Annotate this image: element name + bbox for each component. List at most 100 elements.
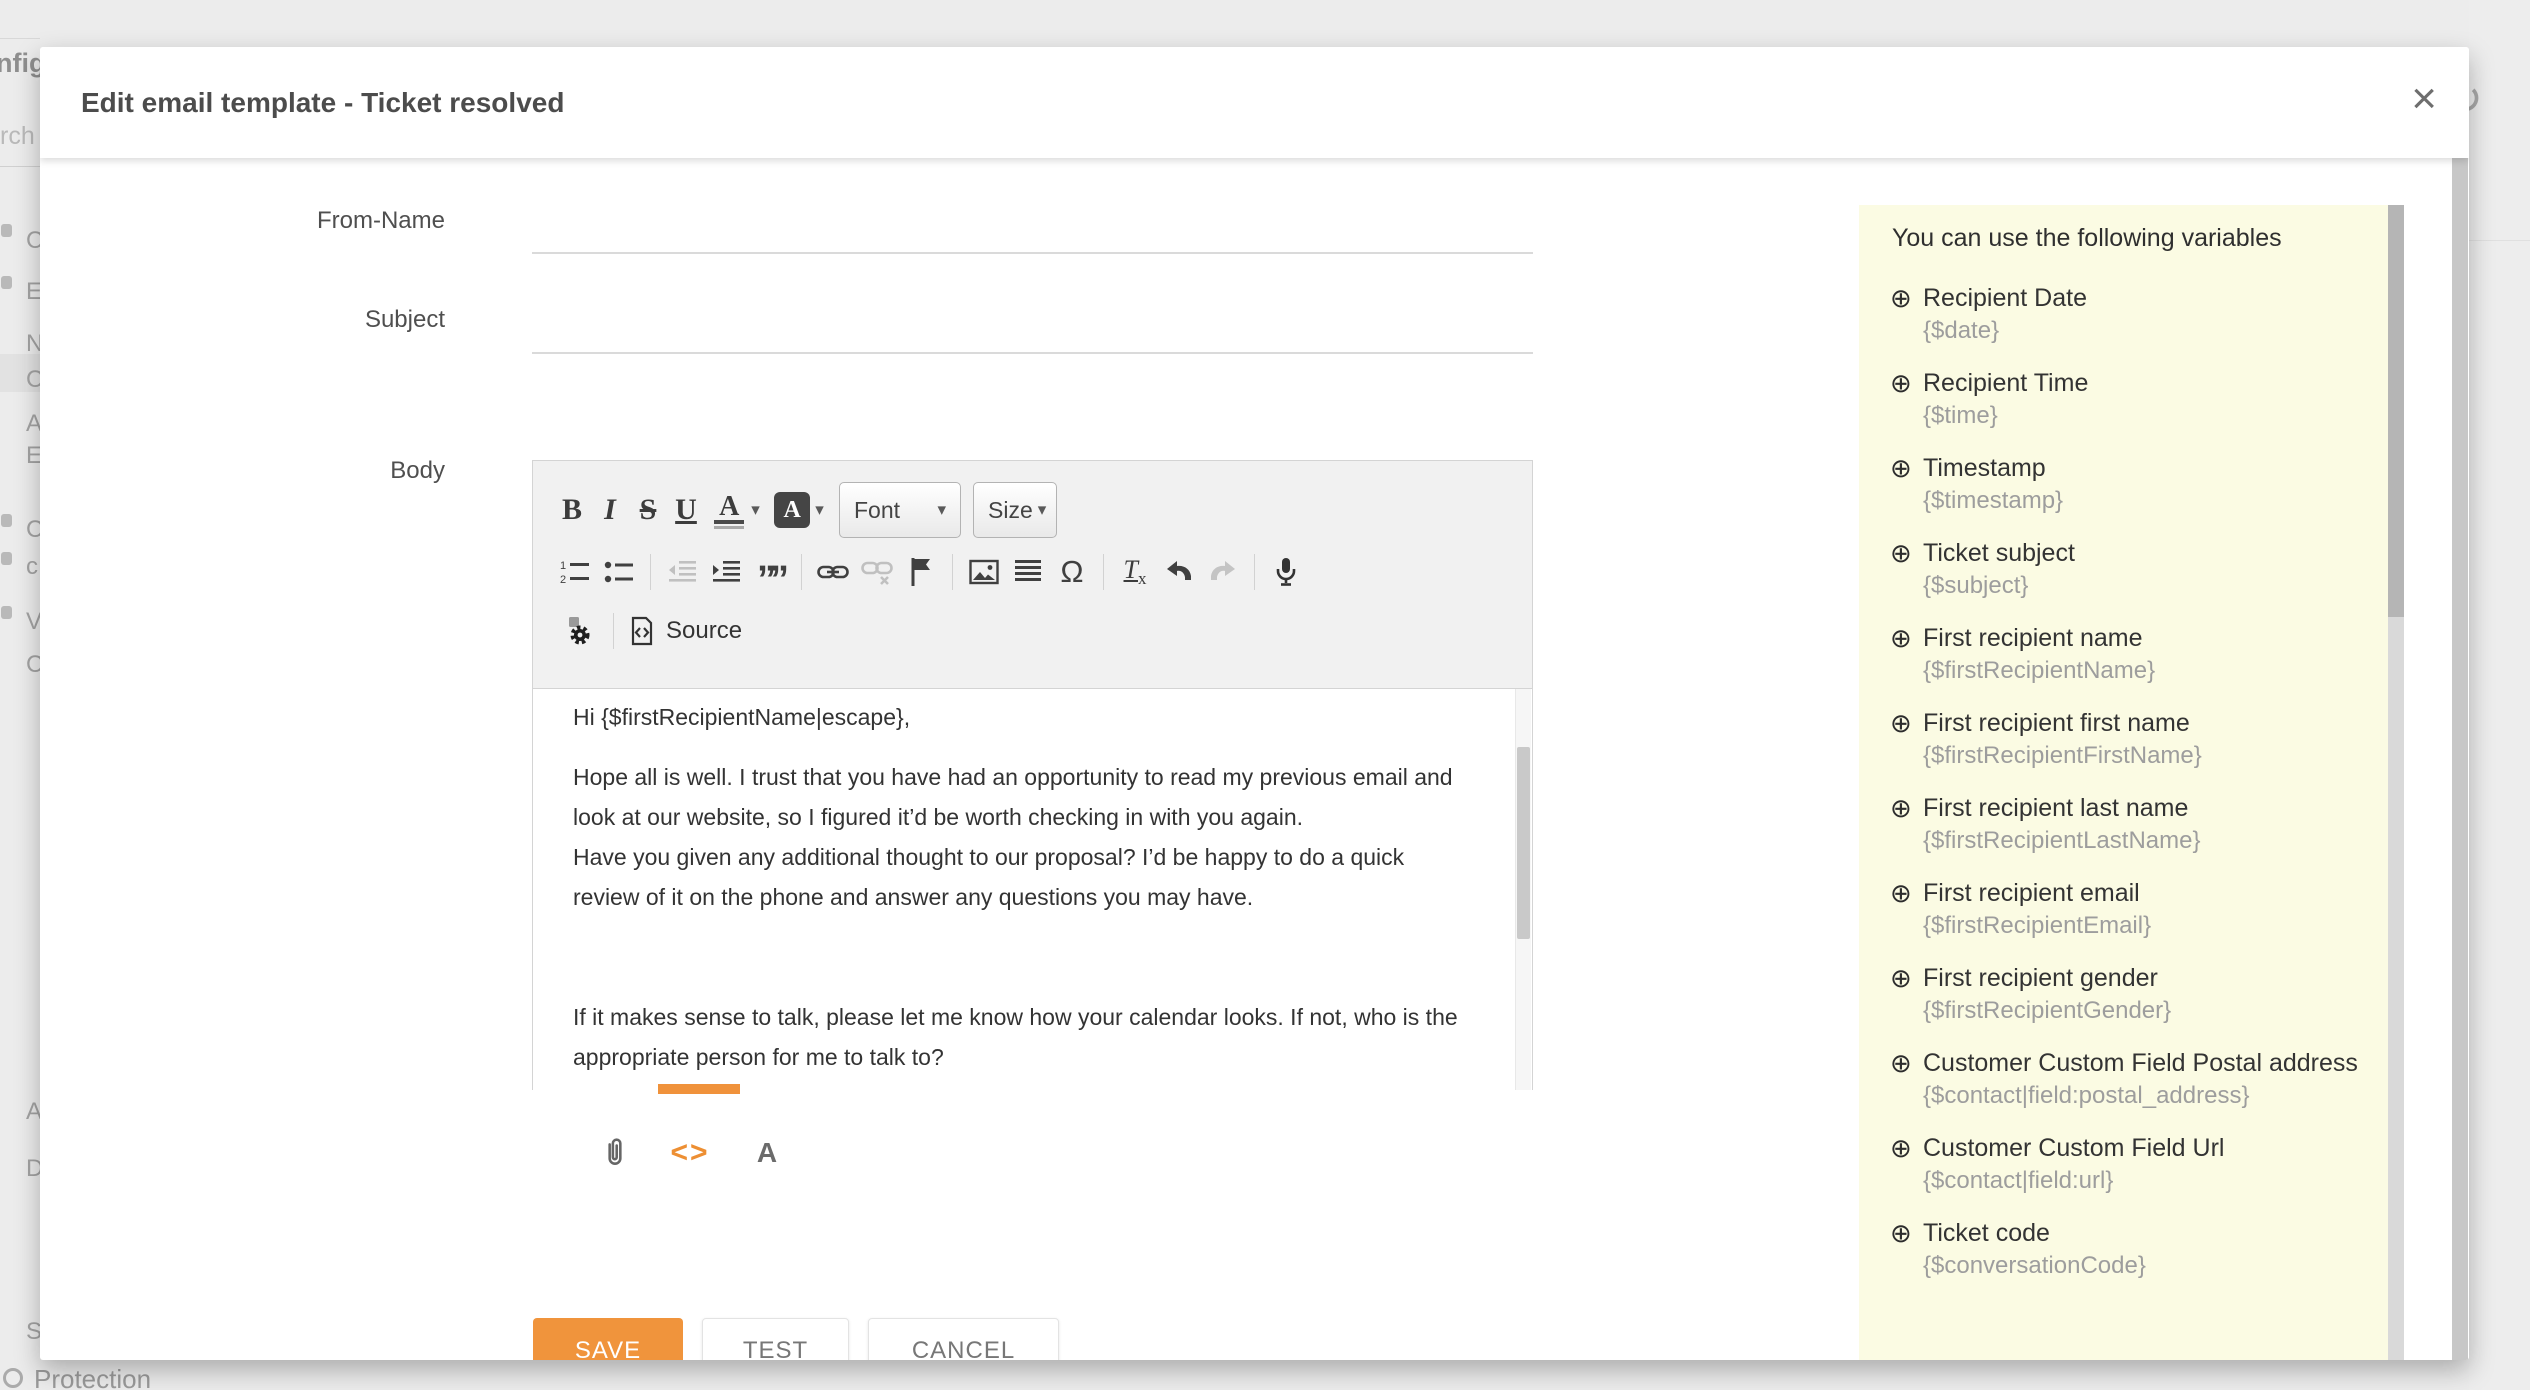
paperclip-icon [605,1137,625,1169]
variables-panel-scrollbar[interactable] [2388,205,2404,1360]
undo-button[interactable] [1157,550,1201,594]
anchor-flag-button[interactable] [899,550,943,594]
chevron-down-icon: ▾ [937,500,946,520]
underline-button[interactable]: U [667,488,705,532]
strikethrough-button[interactable]: S [629,488,667,532]
background-nav-icon-fragment [1,606,12,619]
source-button[interactable]: Source [630,609,742,653]
document-settings-button[interactable] [563,609,597,653]
background-color-button[interactable]: A ▾ [767,488,831,532]
insert-variable-plus-icon[interactable]: ⊕ [1890,451,1923,517]
omega-icon: Ω [1060,554,1083,590]
dialog-scrollbar[interactable] [2452,151,2468,1360]
bold-button[interactable]: B [553,488,591,532]
undo-icon [1164,559,1194,585]
redo-button[interactable] [1201,550,1245,594]
insert-variable-plus-icon[interactable]: ⊕ [1890,791,1923,857]
from-name-label: From-Name [85,207,445,235]
subject-label: Subject [85,306,445,334]
dialog-title: Edit email template - Ticket resolved [81,47,564,158]
unlink-icon [861,559,893,585]
variables-panel-scrollbar-thumb[interactable] [2388,205,2404,617]
font-dropdown[interactable]: Font ▾ [839,482,961,538]
toolbar-divider [1103,554,1104,590]
divider [0,166,40,167]
rich-text-editor: B I S U A ▾ A ▾ [532,460,1533,1090]
variables-panel: You can use the following variables ⊕ Re… [1859,205,2388,1360]
horizontal-lines-button[interactable] [1006,550,1050,594]
dimmed-left-sidebar: nfig rch CENCAECcVCADS [0,0,40,1390]
variable-list-item: ⊕ First recipient last name {$firstRecip… [1890,791,2364,857]
variable-label: First recipient gender [1923,964,2158,992]
voice-input-button[interactable] [1264,550,1308,594]
svg-text:1: 1 [560,560,566,572]
dimmed-bottom-background: Protection [0,1362,600,1390]
italic-button[interactable]: I [591,488,629,532]
variable-code: {$time} [1923,400,2364,432]
editor-scrollbar-thumb[interactable] [1517,747,1530,939]
insert-variable-plus-icon[interactable]: ⊕ [1890,876,1923,942]
insert-variable-plus-icon[interactable]: ⊕ [1890,366,1923,432]
decrease-indent-icon [667,559,697,585]
variable-code: {$timestamp} [1923,485,2364,517]
chevron-down-icon: ▾ [1038,500,1047,520]
variable-code: {$firstRecipientName} [1923,655,2364,687]
variable-list-item: ⊕ Ticket subject {$subject} [1890,536,2364,602]
toolbar-divider [650,554,651,590]
horizontal-lines-icon [1014,558,1042,586]
toolbar-divider [613,613,614,649]
background-nav-letter-fragment: S [26,1320,40,1344]
background-nav-letter-fragment: C [26,653,40,677]
background-nav-letter-fragment: A [26,412,40,436]
numbered-list-button[interactable]: 1 2 [553,550,597,594]
special-character-button[interactable]: Ω [1050,550,1094,594]
background-nav-letter-fragment: c [26,555,38,579]
attach-file-button[interactable] [600,1131,630,1175]
editor-content-area[interactable]: Hi {$firstRecipientName|escape},Hope all… [533,689,1532,1090]
divider [0,38,40,39]
size-dropdown[interactable]: Size ▾ [973,482,1057,538]
insert-variable-plus-icon[interactable]: ⊕ [1890,621,1923,687]
insert-variable-plus-icon[interactable]: ⊕ [1890,1046,1923,1112]
cancel-button[interactable]: CANCEL [868,1318,1059,1360]
background-nav-icon-fragment [1,224,12,237]
toolbar-divider [952,554,953,590]
background-color-icon: A [774,492,810,528]
test-button[interactable]: TEST [702,1318,849,1360]
gear-icon [566,616,594,646]
variable-list-item: ⊕ First recipient email {$firstRecipient… [1890,876,2364,942]
remove-format-button[interactable]: Tx [1113,550,1157,594]
from-name-input[interactable] [532,194,1533,254]
subject-input[interactable] [532,294,1533,354]
increase-indent-button[interactable] [704,550,748,594]
variable-code: {$subject} [1923,570,2364,602]
background-page-title-fragment: nfig [0,48,40,79]
save-button[interactable]: SAVE [533,1318,683,1360]
variable-label: First recipient last name [1923,794,2188,822]
editor-paragraph: If it makes sense to talk, please let me… [573,997,1473,1077]
dimmed-right-background [2469,0,2530,1390]
insert-variable-plus-icon[interactable]: ⊕ [1890,536,1923,602]
redo-icon [1208,559,1238,585]
decrease-indent-button[interactable] [660,550,704,594]
unlink-button[interactable] [855,550,899,594]
background-search-fragment: rch [0,122,35,151]
text-color-button[interactable]: A ▾ [705,488,767,532]
text-style-button[interactable]: A [750,1131,784,1175]
editor-scrollbar[interactable] [1515,689,1531,1090]
insert-image-button[interactable] [962,550,1006,594]
insert-code-button[interactable]: <> [668,1131,712,1175]
variable-list-item: ⊕ Customer Custom Field Postal address {… [1890,1046,2364,1112]
close-icon[interactable]: × [2411,77,2437,121]
insert-variable-plus-icon[interactable]: ⊕ [1890,706,1923,772]
variable-code: {$firstRecipientGender} [1923,995,2364,1027]
bulleted-list-button[interactable] [597,550,641,594]
bulleted-list-icon [604,559,634,585]
link-button[interactable] [811,550,855,594]
variable-list-item: ⊕ First recipient gender {$firstRecipien… [1890,961,2364,1027]
blockquote-button[interactable]: ”” [748,550,792,594]
insert-variable-plus-icon[interactable]: ⊕ [1890,961,1923,1027]
insert-variable-plus-icon[interactable]: ⊕ [1890,1216,1923,1282]
insert-variable-plus-icon[interactable]: ⊕ [1890,1131,1923,1197]
insert-variable-plus-icon[interactable]: ⊕ [1890,281,1923,347]
